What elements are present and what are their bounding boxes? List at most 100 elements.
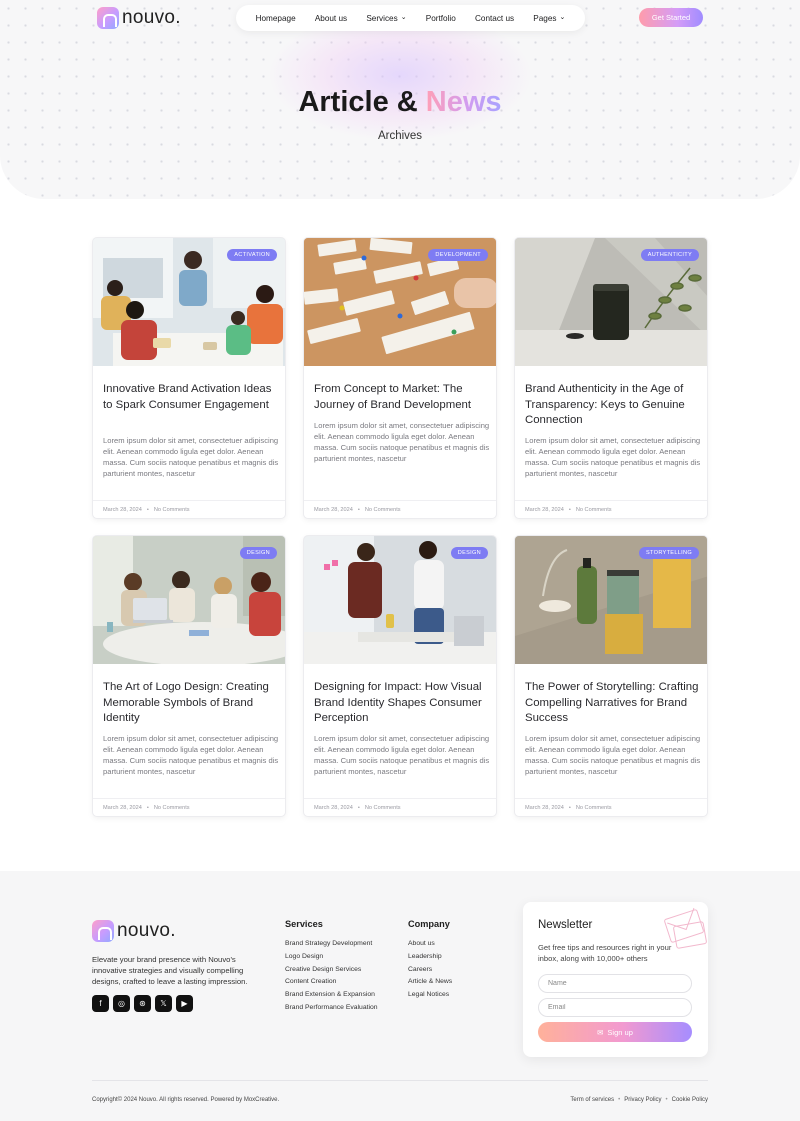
post-comments[interactable]: No Comments <box>154 507 190 513</box>
name-field[interactable] <box>538 974 692 993</box>
footer-link[interactable]: Brand Performance Evaluation <box>285 1004 378 1012</box>
footer-link[interactable]: Creative Design Services <box>285 966 378 974</box>
footer-logo[interactable]: nouvo. <box>92 920 176 942</box>
post-title[interactable]: The Art of Logo Design: Creating Memorab… <box>103 680 279 727</box>
page-subtitle: Archives <box>377 130 423 142</box>
post-comments[interactable]: No Comments <box>365 507 401 513</box>
nav-item-homepage[interactable]: Homepage <box>256 14 296 23</box>
post-card[interactable]: DESIGN The Art of Logo Design: Creating … <box>92 535 286 817</box>
post-date: March 28, 2024 <box>314 507 353 513</box>
title-main: Article & <box>298 86 426 118</box>
post-image[interactable]: DEVELOPMENT <box>304 238 496 366</box>
post-card[interactable]: DEVELOPMENT From Concept to Market: The … <box>303 237 497 519</box>
legal-separator: • <box>618 1097 621 1103</box>
social-links: f ◎ ⊛ 𝕏 ▶ <box>92 995 193 1012</box>
instagram-icon[interactable]: ◎ <box>113 995 130 1012</box>
legal-link[interactable]: Term of services <box>570 1097 614 1103</box>
meta-separator: • <box>146 805 149 811</box>
post-image[interactable]: ACTIVATION <box>93 238 285 366</box>
services-links: Brand Strategy Development Logo Design C… <box>285 940 378 1012</box>
footer-link[interactable]: Brand Extension & Expansion <box>285 991 378 999</box>
logo-mark-icon <box>92 920 114 942</box>
page-title: Article & News <box>0 86 800 119</box>
nav-label: Portfolio <box>425 13 456 23</box>
post-card[interactable]: STORYTELLING The Power of Storytelling: … <box>514 535 708 817</box>
category-badge[interactable]: AUTHENTICITY <box>640 249 699 261</box>
post-date: March 28, 2024 <box>314 805 353 811</box>
logo-mark-icon <box>97 7 119 29</box>
post-meta: March 28, 2024 • No Comments <box>93 798 285 816</box>
post-card[interactable]: AUTHENTICITY Brand Authenticity in the A… <box>514 237 708 519</box>
chevron-down-icon: ⌄ <box>559 14 566 21</box>
post-meta: March 28, 2024 • No Comments <box>304 798 496 816</box>
post-image[interactable]: DESIGN <box>93 536 285 664</box>
sign-up-button[interactable]: ✉ Sign up <box>538 1022 692 1042</box>
footer-divider <box>92 1080 708 1081</box>
footer-link[interactable]: Logo Design <box>285 953 378 961</box>
nav-label: Contact us <box>474 13 515 23</box>
legal-link[interactable]: Cookie Policy <box>672 1097 708 1103</box>
footer-link[interactable]: Brand Strategy Development <box>285 940 378 948</box>
dribbble-icon[interactable]: ⊛ <box>134 995 151 1012</box>
category-badge[interactable]: ACTIVATION <box>227 249 277 261</box>
footer-description: Elevate your brand presence with Nouvo's… <box>92 955 248 987</box>
nav-item-pages[interactable]: Pages ⌄ <box>533 14 565 23</box>
post-title[interactable]: Designing for Impact: How Visual Brand I… <box>314 680 490 727</box>
nav-item-portfolio[interactable]: Portfolio <box>426 14 456 23</box>
newsletter-title: Newsletter <box>538 919 593 931</box>
meta-separator: • <box>357 507 360 513</box>
post-image[interactable]: DESIGN <box>304 536 496 664</box>
post-image[interactable]: AUTHENTICITY <box>515 238 707 366</box>
nav-label: Pages <box>533 13 557 23</box>
logo-text: nouvo. <box>117 920 176 941</box>
get-started-button[interactable]: Get Started <box>639 8 703 27</box>
nav-item-services[interactable]: Services ⌄ <box>366 14 406 23</box>
post-title[interactable]: From Concept to Market: The Journey of B… <box>314 382 490 413</box>
services-heading: Services <box>285 919 323 929</box>
nav-label: Homepage <box>255 13 296 23</box>
youtube-icon[interactable]: ▶ <box>176 995 193 1012</box>
post-image[interactable]: STORYTELLING <box>515 536 707 664</box>
logo-text: nouvo. <box>122 7 181 28</box>
email-field[interactable] <box>538 998 692 1017</box>
category-badge[interactable]: STORYTELLING <box>639 547 699 559</box>
post-meta: March 28, 2024 • No Comments <box>304 500 496 518</box>
company-heading: Company <box>408 919 450 929</box>
post-comments[interactable]: No Comments <box>576 507 612 513</box>
post-card[interactable]: ACTIVATION Innovative Brand Activation I… <box>92 237 286 519</box>
post-title[interactable]: The Power of Storytelling: Crafting Comp… <box>525 680 701 727</box>
post-excerpt: Lorem ipsum dolor sit amet, consectetuer… <box>525 436 701 479</box>
nav-label: Services <box>366 13 398 23</box>
post-title[interactable]: Brand Authenticity in the Age of Transpa… <box>525 382 701 429</box>
footer-link[interactable]: Leadership <box>408 953 452 961</box>
post-meta: March 28, 2024 • No Comments <box>515 798 707 816</box>
post-excerpt: Lorem ipsum dolor sit amet, consectetuer… <box>314 421 490 464</box>
facebook-icon[interactable]: f <box>92 995 109 1012</box>
mail-icon: ✉ <box>597 1027 604 1037</box>
post-comments[interactable]: No Comments <box>154 805 190 811</box>
legal-link[interactable]: Privacy Policy <box>624 1097 661 1103</box>
x-icon[interactable]: 𝕏 <box>155 995 172 1012</box>
header-logo[interactable]: nouvo. <box>97 7 181 29</box>
footer-link[interactable]: Article & News <box>408 978 452 986</box>
category-badge[interactable]: DEVELOPMENT <box>428 249 488 261</box>
meta-separator: • <box>146 507 149 513</box>
newsletter-box: Newsletter Get free tips and resources r… <box>523 902 708 1057</box>
nav-item-about[interactable]: About us <box>315 14 347 23</box>
footer-link[interactable]: Content Creation <box>285 978 378 986</box>
copyright-text: Copyright© 2024 Nouvo. All rights reserv… <box>92 1097 280 1103</box>
footer-link[interactable]: Careers <box>408 966 452 974</box>
category-badge[interactable]: DESIGN <box>239 547 277 559</box>
main-nav: Homepage About us Services ⌄ Portfolio Co… <box>236 5 585 31</box>
post-comments[interactable]: No Comments <box>365 805 401 811</box>
post-title[interactable]: Innovative Brand Activation Ideas to Spa… <box>103 382 279 413</box>
post-comments[interactable]: No Comments <box>576 805 612 811</box>
post-card[interactable]: DESIGN Designing for Impact: How Visual … <box>303 535 497 817</box>
meta-separator: • <box>357 805 360 811</box>
footer-link[interactable]: About us <box>408 940 452 948</box>
legal-links: Term of services • Privacy Policy • Cook… <box>570 1097 708 1103</box>
nav-item-contact[interactable]: Contact us <box>475 14 514 23</box>
category-badge[interactable]: DESIGN <box>450 547 488 559</box>
post-excerpt: Lorem ipsum dolor sit amet, consectetuer… <box>103 734 279 777</box>
footer-link[interactable]: Legal Notices <box>408 991 452 999</box>
